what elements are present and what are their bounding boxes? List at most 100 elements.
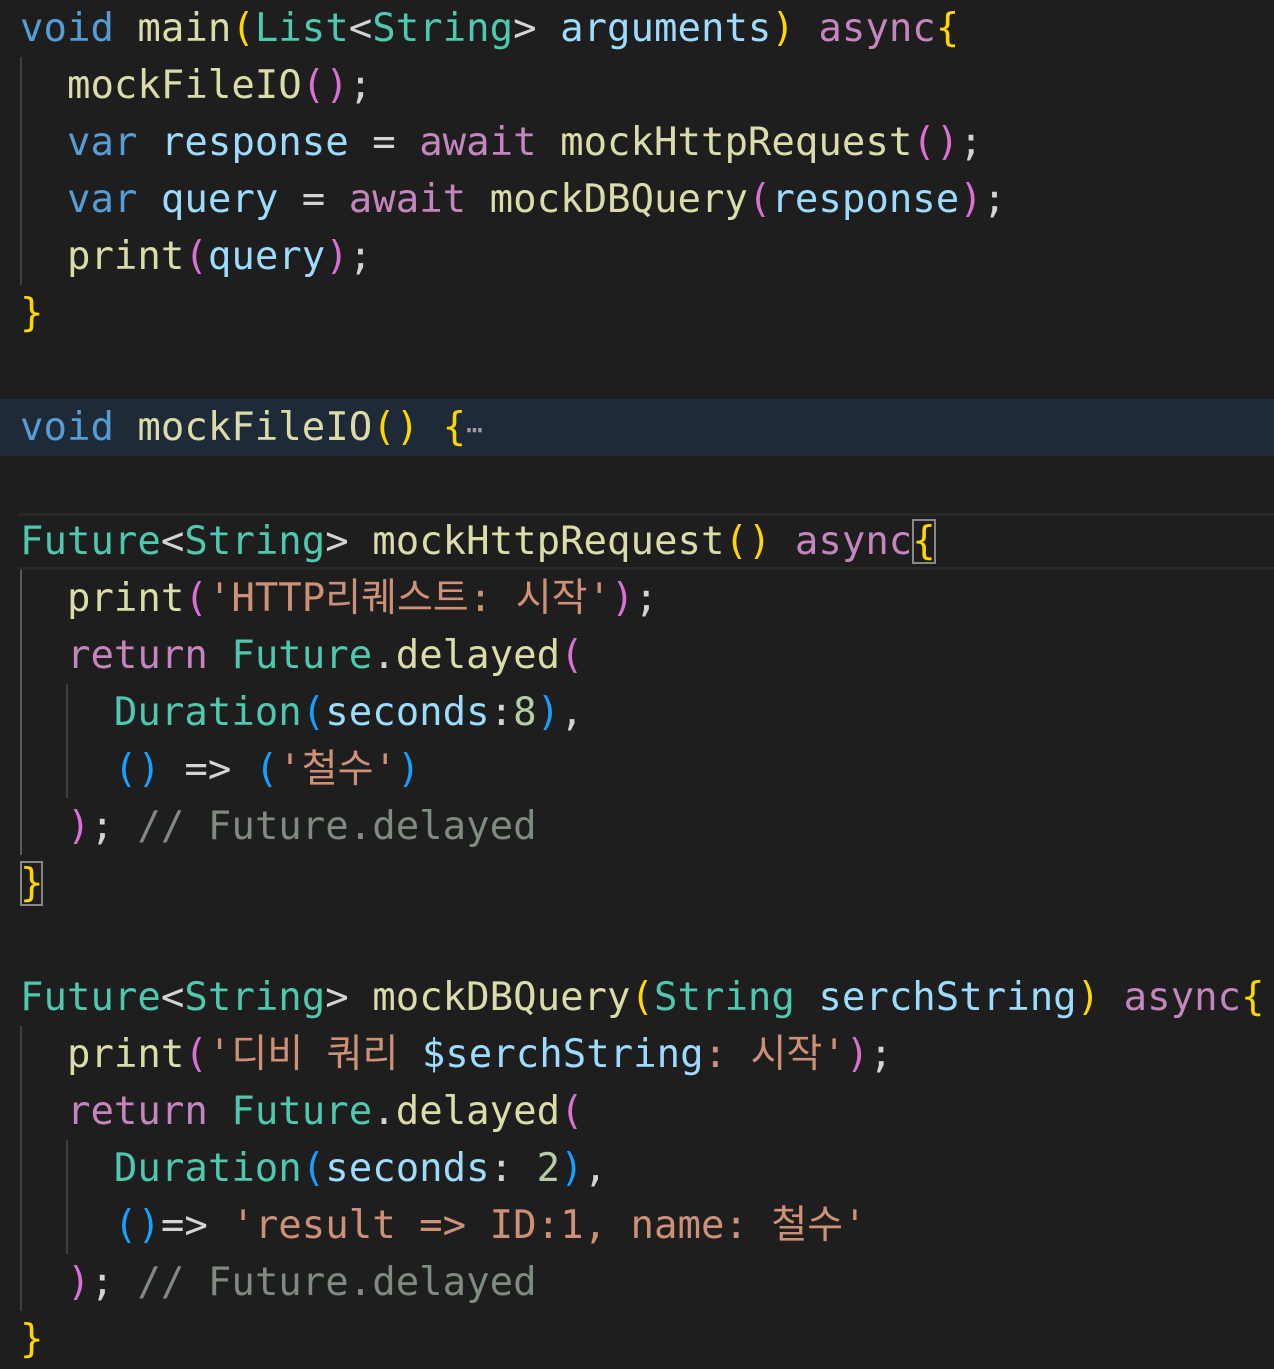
code-token: delayed: [395, 1089, 561, 1134]
code-token: mockHttpRequest: [560, 120, 913, 165]
code-line[interactable]: [0, 456, 1274, 513]
code-token: }: [20, 291, 44, 336]
code-line[interactable]: return Future.delayed(: [0, 627, 1274, 684]
code-token: >: [513, 6, 561, 51]
code-text: }: [20, 285, 43, 342]
code-line[interactable]: print('디비 쿼리 $serchString: 시작');: [0, 1026, 1274, 1083]
code-token: {: [1241, 975, 1265, 1020]
code-token: ;: [90, 1260, 114, 1305]
code-token: (: [747, 177, 772, 222]
code-token: ): [395, 405, 420, 450]
code-token: ): [560, 1146, 584, 1191]
code-token: ,: [560, 690, 584, 735]
code-line[interactable]: var query = await mockDBQuery(response);: [0, 171, 1274, 228]
code-line[interactable]: }: [0, 855, 1274, 912]
code-token: .: [372, 633, 396, 678]
code-line[interactable]: var response = await mockHttpRequest();: [0, 114, 1274, 171]
code-token: ): [137, 1203, 161, 1248]
code-token: mockDBQuery: [489, 177, 748, 222]
fold-ellipsis-icon[interactable]: ⋯: [466, 413, 483, 446]
code-token: (: [301, 690, 326, 735]
code-token: Duration: [113, 1146, 302, 1191]
code-text: }: [20, 1311, 43, 1368]
code-line[interactable]: return Future.delayed(: [0, 1083, 1274, 1140]
code-token: arguments: [560, 6, 772, 51]
code-token: (: [184, 1032, 208, 1077]
code-line[interactable]: [0, 342, 1274, 399]
code-token: (: [630, 975, 654, 1020]
code-line[interactable]: print('HTTP리퀘스트: 시작');: [0, 570, 1274, 627]
code-text: }: [20, 855, 44, 912]
code-token: {: [442, 405, 467, 450]
code-token: ): [845, 1032, 870, 1077]
code-token: mockDBQuery: [372, 975, 631, 1020]
code-token: String: [184, 519, 326, 564]
code-line[interactable]: [0, 912, 1274, 969]
code-token: Future: [20, 975, 161, 1020]
code-token: =: [348, 120, 420, 165]
code-editor[interactable]: void main(List<String> arguments) async{…: [0, 0, 1274, 1369]
code-token: var: [66, 120, 138, 165]
code-token: '철수': [278, 747, 398, 792]
code-token: delayed: [395, 633, 561, 678]
code-token: await: [348, 177, 467, 222]
code-line[interactable]: }: [0, 285, 1274, 342]
code-text: print(query);: [20, 228, 372, 285]
code-line[interactable]: Future<String> mockDBQuery(String serchS…: [0, 969, 1274, 1026]
code-text: return Future.delayed(: [20, 1083, 584, 1140]
code-token: ;: [982, 177, 1007, 222]
code-token: <: [348, 6, 373, 51]
code-token: print: [66, 1032, 185, 1077]
code-token: Future: [231, 633, 373, 678]
code-line[interactable]: mockFileIO();: [0, 57, 1274, 114]
code-token: (: [560, 1089, 584, 1134]
code-token: =>: [160, 747, 255, 792]
code-token: mockFileIO: [137, 405, 373, 450]
code-token: ): [66, 804, 91, 849]
code-token: (: [113, 747, 138, 792]
code-token: (: [560, 633, 584, 678]
code-token: ): [1076, 975, 1101, 1020]
code-line[interactable]: Duration(seconds:8),: [0, 684, 1274, 741]
code-line[interactable]: void mockFileIO() {⋯: [0, 399, 1274, 456]
code-token: void: [20, 405, 114, 450]
code-text: void mockFileIO() {⋯: [20, 399, 483, 458]
code-token: .: [372, 1089, 396, 1134]
code-token: seconds: [325, 1146, 490, 1191]
code-token: query: [207, 234, 326, 279]
code-token: ;: [634, 576, 658, 621]
code-text: var response = await mockHttpRequest();: [20, 114, 983, 171]
code-line[interactable]: ); // Future.delayed: [0, 1254, 1274, 1311]
code-token: print: [66, 234, 185, 279]
code-token: async: [794, 519, 913, 564]
code-token: ;: [959, 120, 983, 165]
code-line[interactable]: () => ('철수'): [0, 741, 1274, 798]
code-token: print: [66, 576, 185, 621]
code-line[interactable]: Duration(seconds: 2),: [0, 1140, 1274, 1197]
code-line[interactable]: }: [0, 1311, 1274, 1368]
code-line[interactable]: ); // Future.delayed: [0, 798, 1274, 855]
code-token: main: [137, 6, 232, 51]
code-token: Duration: [113, 690, 302, 735]
code-token: : 시작': [703, 1032, 846, 1077]
code-token: query: [160, 177, 279, 222]
code-line[interactable]: Future<String> mockHttpRequest() async{: [0, 513, 1274, 570]
code-line[interactable]: print(query);: [0, 228, 1274, 285]
code-text: print('HTTP리퀘스트: 시작');: [20, 570, 658, 627]
code-token: ): [66, 1260, 91, 1305]
code-line[interactable]: void main(List<String> arguments) async{: [0, 0, 1274, 57]
code-text: Duration(seconds:8),: [20, 684, 584, 741]
code-line[interactable]: ()=> 'result => ID:1, name: 철수': [0, 1197, 1274, 1254]
